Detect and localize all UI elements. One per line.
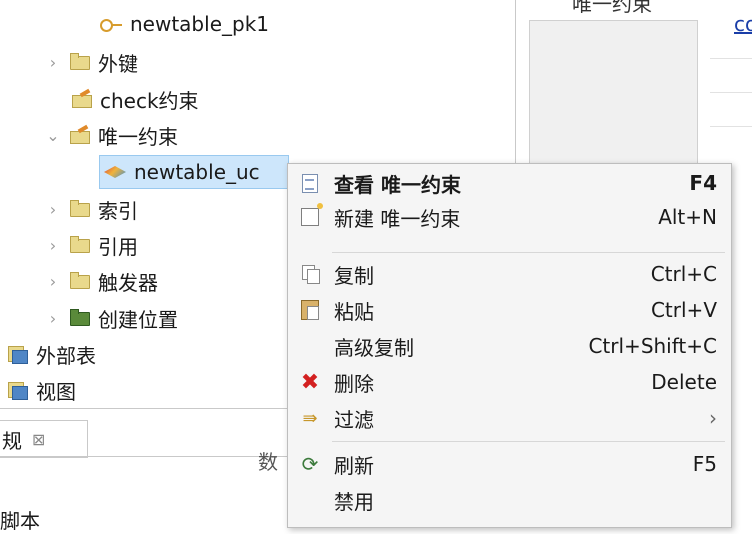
row-hint: 脚本 [0,509,40,533]
menu-item-shortcut: F5 [692,452,717,476]
tree-item-unique-constraints[interactable]: ⌄ 唯一约束 [46,118,178,152]
view-icon [8,382,28,400]
menu-item-label: 粘贴 [334,299,374,324]
tree-item-newtable-uc[interactable]: newtable_uc [99,155,289,189]
menu-item-view-unique-constraint[interactable]: 查看 唯一约束 F4 [288,166,731,200]
menu-item-filter[interactable]: ⇛ 过滤 › [288,401,731,435]
refresh-icon: ⟳ [301,452,319,476]
tree-item-newtable-pk1[interactable]: newtable_pk1 [100,7,269,41]
menu-item-label: 复制 [334,263,374,288]
column-hint: 数 [258,450,278,474]
menu-item-new-unique-constraint[interactable]: 新建 唯一约束 Alt+N [288,200,731,234]
tree-item-create-location[interactable]: › 创建位置 [46,301,178,335]
tree-item-indexes[interactable]: › 索引 [46,192,138,226]
paste-icon [300,300,320,320]
menu-separator [332,252,725,253]
tree-item-label: 创建位置 [98,307,178,332]
tree-item-label: newtable_uc [134,160,260,184]
folder-icon [70,200,90,217]
tree-item-label: newtable_pk1 [130,12,269,36]
delete-icon: ✖ [300,369,320,395]
tree-item-references[interactable]: › 引用 [46,228,138,262]
chevron-right-icon[interactable]: › [46,200,60,219]
chevron-down-icon[interactable]: ⌄ [46,126,60,145]
right-panel-box [529,20,698,172]
menu-item-copy[interactable]: 复制 Ctrl+C [288,257,731,291]
folder-edit-icon [72,91,92,108]
table-icon [8,346,28,364]
tree-item-label: 外部表 [36,343,96,368]
edit-doc-icon [300,173,320,193]
tree-item-label: 触发器 [98,270,158,295]
chevron-right-icon[interactable]: › [46,309,60,328]
folder-dark-icon [70,309,90,326]
tree-item-external-tables[interactable]: 外部表 [8,337,96,371]
context-menu: 查看 唯一约束 F4 新建 唯一约束 Alt+N 复制 Ctrl+C 粘贴 Ct… [287,163,732,528]
tree-item-triggers[interactable]: › 触发器 [46,264,158,298]
tree-item-check-constraints[interactable]: check约束 [72,82,199,116]
panel-separator [0,408,290,409]
menu-item-shortcut: Delete [651,370,717,394]
tree-item-label: check约束 [100,88,199,113]
menu-item-label: 查看 唯一约束 [334,172,461,197]
tree-item-label: 视图 [36,379,76,404]
tab-label: 规 [2,428,22,453]
menu-item-label: 过滤 [334,407,374,432]
menu-item-label: 删除 [334,371,374,396]
menu-item-refresh[interactable]: ⟳ 刷新 F5 [288,447,731,481]
menu-item-shortcut: Alt+N [658,205,717,229]
folder-edit-icon [70,127,90,144]
menu-item-disable[interactable]: 禁用 [288,483,731,517]
chevron-right-icon[interactable]: › [46,53,60,72]
close-icon[interactable]: ⊠ [32,430,45,449]
folder-icon [70,53,90,70]
menu-item-shortcut: F4 [689,171,717,195]
column-link[interactable]: co [734,12,752,36]
right-panel-header: 唯一约束 [572,0,652,16]
menu-item-shortcut: Ctrl+C [650,262,717,286]
folder-icon [70,272,90,289]
copy-icon [300,264,320,284]
tree-item-label: 唯一约束 [98,124,178,149]
menu-item-paste[interactable]: 粘贴 Ctrl+V [288,293,731,327]
tab-properties[interactable]: 规 ⊠ [0,420,88,458]
grid-line [710,58,752,59]
menu-item-label: 新建 唯一约束 [334,206,461,231]
key-icon [100,18,122,32]
submenu-arrow-icon: › [709,406,717,430]
panel-separator [0,456,290,457]
grid-line [710,126,752,127]
menu-item-delete[interactable]: ✖ 删除 Delete [288,365,731,399]
tree-item-label: 索引 [98,198,138,223]
menu-item-shortcut: Ctrl+V [650,298,717,322]
menu-separator [332,441,725,442]
chevron-right-icon[interactable]: › [46,272,60,291]
tree-item-label: 引用 [98,234,138,259]
menu-item-label: 刷新 [334,453,374,478]
tree-item-label: 外键 [98,51,138,76]
grid-line [710,92,752,93]
tree-item-foreign-keys[interactable]: › 外键 [46,45,138,79]
menu-item-advanced-copy[interactable]: 高级复制 Ctrl+Shift+C [288,329,731,363]
menu-item-shortcut: Ctrl+Shift+C [588,334,717,358]
folder-icon [70,236,90,253]
chevron-right-icon[interactable]: › [46,236,60,255]
new-doc-icon [300,203,323,227]
menu-item-label: 禁用 [334,489,374,514]
menu-item-label: 高级复制 [334,335,414,360]
unique-constraint-icon [104,166,126,178]
tree-item-views[interactable]: 视图 [8,373,76,407]
filter-icon: ⇛ [302,407,318,429]
